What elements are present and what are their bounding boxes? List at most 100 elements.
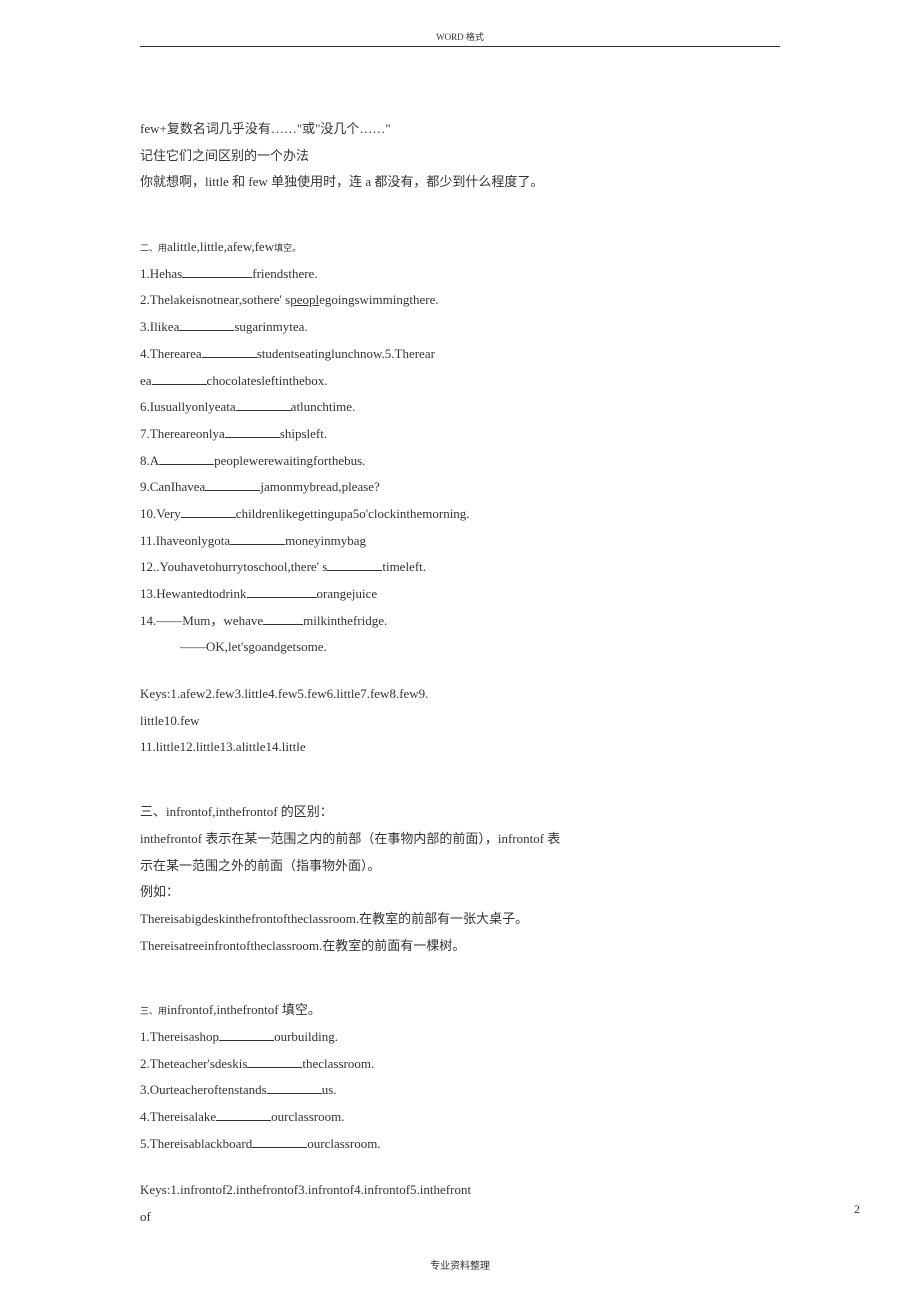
q-text: 3.Ourteacheroftenstands (140, 1082, 267, 1097)
q-text: 3.Ilikea (140, 319, 179, 334)
intro-line: 记住它们之间区别的一个办法 (140, 144, 780, 169)
q-text: 13.Hewantedtodrink (140, 586, 247, 601)
page-footer: 专业资料整理 (0, 1257, 920, 1272)
q-text: 6.Iusuallyonlyeata (140, 399, 236, 414)
example-line: Thereisabigdeskinthefrontoftheclassroom.… (140, 907, 780, 932)
exercise-item: 4.Thereisalake ourclassroom. (140, 1105, 780, 1130)
section3-desc: 示在某一范围之外的前面（指事物外面）。 (140, 854, 780, 879)
fill-blank[interactable] (219, 1028, 274, 1041)
exercise-item: 13.Hewantedtodrink orangejuice (140, 582, 780, 607)
q-text: sugarinmytea. (234, 319, 307, 334)
section3-title: 三、infrontof,inthefrontof 的区别： (140, 800, 780, 825)
q-text: theclassroom. (302, 1056, 374, 1071)
fill-blank[interactable] (179, 318, 234, 331)
fill-blank[interactable] (152, 372, 207, 385)
fill-blank[interactable] (267, 1081, 322, 1094)
q-text: ourclassroom. (307, 1136, 380, 1151)
exercise-item: ——OK,let'sgoandgetsome. (140, 635, 780, 660)
fill-blank[interactable] (181, 505, 236, 518)
exercise-item: 11.Ihaveonlygota moneyinmybag (140, 529, 780, 554)
q-text: moneyinmybag (285, 533, 366, 548)
q-text: 2.Thelakeisnotnear,sothere' s (140, 292, 290, 307)
q-text: us. (322, 1082, 337, 1097)
exercise-item: 5.Thereisablackboard ourclassroom. (140, 1132, 780, 1157)
exercise-item: 14.——Mum，wehave milkinthefridge. (140, 609, 780, 634)
q-text: 7.Thereareonlya (140, 426, 225, 441)
example-label: 例如： (140, 880, 780, 905)
fill-blank[interactable] (202, 345, 257, 358)
keys-line: Keys:1.infrontof2.inthefrontof3.infronto… (140, 1178, 780, 1203)
q-text: chocolatesleftinthebox. (207, 373, 328, 388)
page-header: WORD 格式 (140, 30, 780, 47)
q-text: atlunchtime. (291, 399, 356, 414)
exercise-item: ea chocolatesleftinthebox. (140, 369, 780, 394)
fill-blank[interactable] (263, 612, 303, 625)
section-suffix: 填空。 (274, 243, 301, 253)
fill-blank[interactable] (230, 532, 285, 545)
exercise-item: 6.Iusuallyonlyeata atlunchtime. (140, 395, 780, 420)
keys-line: little10.few (140, 709, 780, 734)
q-text: childrenlikegettingupa5o'clockinthemorni… (236, 506, 470, 521)
fill-blank[interactable] (247, 1055, 302, 1068)
q-text: peoplewerewaitingforthebus. (214, 453, 365, 468)
exercise-item: 1.Thereisashopourbuilding. (140, 1025, 780, 1050)
q-text: ea (140, 373, 152, 388)
q-underline: peopl (290, 292, 319, 307)
section-words: infrontof,inthefrontof 填空。 (167, 1002, 321, 1017)
q-text: 4.Thereisalake (140, 1109, 216, 1124)
q-text: milkinthefridge. (303, 613, 387, 628)
fill-blank[interactable] (236, 398, 291, 411)
exercise-item: 4.Therearea studentseatinglunchnow.5.Ther… (140, 342, 780, 367)
page-number: 2 (854, 1202, 860, 1217)
q-text: studentseatinglunchnow.5.Therear (257, 346, 435, 361)
q-text: 5.Thereisablackboard (140, 1136, 252, 1151)
q-text: ourbuilding. (274, 1029, 338, 1044)
document-content: few+复数名词几乎没有……"或"没几个……" 记住它们之间区别的一个办法 你就… (140, 117, 780, 1230)
q-text: egoingswimmingthere. (319, 292, 439, 307)
section3-desc: inthefrontof 表示在某一范围之内的前部（在事物内部的前面），infr… (140, 827, 780, 852)
q-text: ourclassroom. (271, 1109, 344, 1124)
keys-line: of (140, 1205, 780, 1230)
exercise-item: 2.Theteacher'sdeskis theclassroom. (140, 1052, 780, 1077)
exercise-item: 3.Ilikea sugarinmytea. (140, 315, 780, 340)
exercise-item: 3.Ourteacheroftenstands us. (140, 1078, 780, 1103)
fill-blank[interactable] (327, 558, 382, 571)
section-prefix: 二、用 (140, 243, 167, 253)
q-text: 8.A (140, 453, 159, 468)
q-text: 2.Theteacher'sdeskis (140, 1056, 247, 1071)
exercise-item: 9.CanIhaveajamonmybread,please? (140, 475, 780, 500)
example-line: Thereisatreeinfrontoftheclassroom.在教室的前面… (140, 934, 780, 959)
section2-header: 二、用alittle,little,afew,few填空。 (140, 235, 780, 260)
exercise-item: 7.Thereareonlya shipsleft. (140, 422, 780, 447)
q-text: 10.Very (140, 506, 181, 521)
fill-blank[interactable] (159, 452, 214, 465)
q-text: 11.Ihaveonlygota (140, 533, 230, 548)
exercise-item: 1.Hehas friendsthere. (140, 262, 780, 287)
fill-blank[interactable] (216, 1108, 271, 1121)
keys-line: Keys:1.afew2.few3.little4.few5.few6.litt… (140, 682, 780, 707)
q-text: 12..Youhavetohurrytoschool,there' s (140, 559, 327, 574)
section-prefix: 三、用 (140, 1006, 167, 1016)
keys-line: 11.little12.little13.alittle14.little (140, 735, 780, 760)
fill-blank[interactable] (247, 585, 317, 598)
exercise-item: 12..Youhavetohurrytoschool,there' s timel… (140, 555, 780, 580)
intro-line: few+复数名词几乎没有……"或"没几个……" (140, 117, 780, 142)
q-text: 14.——Mum，wehave (140, 613, 263, 628)
q-text: orangejuice (317, 586, 378, 601)
q-text: friendsthere. (252, 266, 317, 281)
q-text: 4.Therearea (140, 346, 202, 361)
fill-blank[interactable] (252, 1135, 307, 1148)
section-words: alittle,little,afew,few (167, 239, 274, 254)
fill-blank[interactable] (182, 265, 252, 278)
document-page: WORD 格式 few+复数名词几乎没有……"或"没几个……" 记住它们之间区别… (0, 0, 920, 1302)
section3b-header: 三、用infrontof,inthefrontof 填空。 (140, 998, 780, 1023)
fill-blank[interactable] (205, 478, 260, 491)
q-text: timeleft. (382, 559, 426, 574)
fill-blank[interactable] (225, 425, 280, 438)
exercise-item: 8.A peoplewerewaitingforthebus. (140, 449, 780, 474)
intro-line: 你就想啊，little 和 few 单独使用时，连 a 都没有，都少到什么程度了… (140, 170, 780, 195)
q-text: jamonmybread,please? (260, 479, 379, 494)
q-text: shipsleft. (280, 426, 327, 441)
exercise-item: 10.Very childrenlikegettingupa5o'clockint… (140, 502, 780, 527)
q-text: 1.Hehas (140, 266, 182, 281)
